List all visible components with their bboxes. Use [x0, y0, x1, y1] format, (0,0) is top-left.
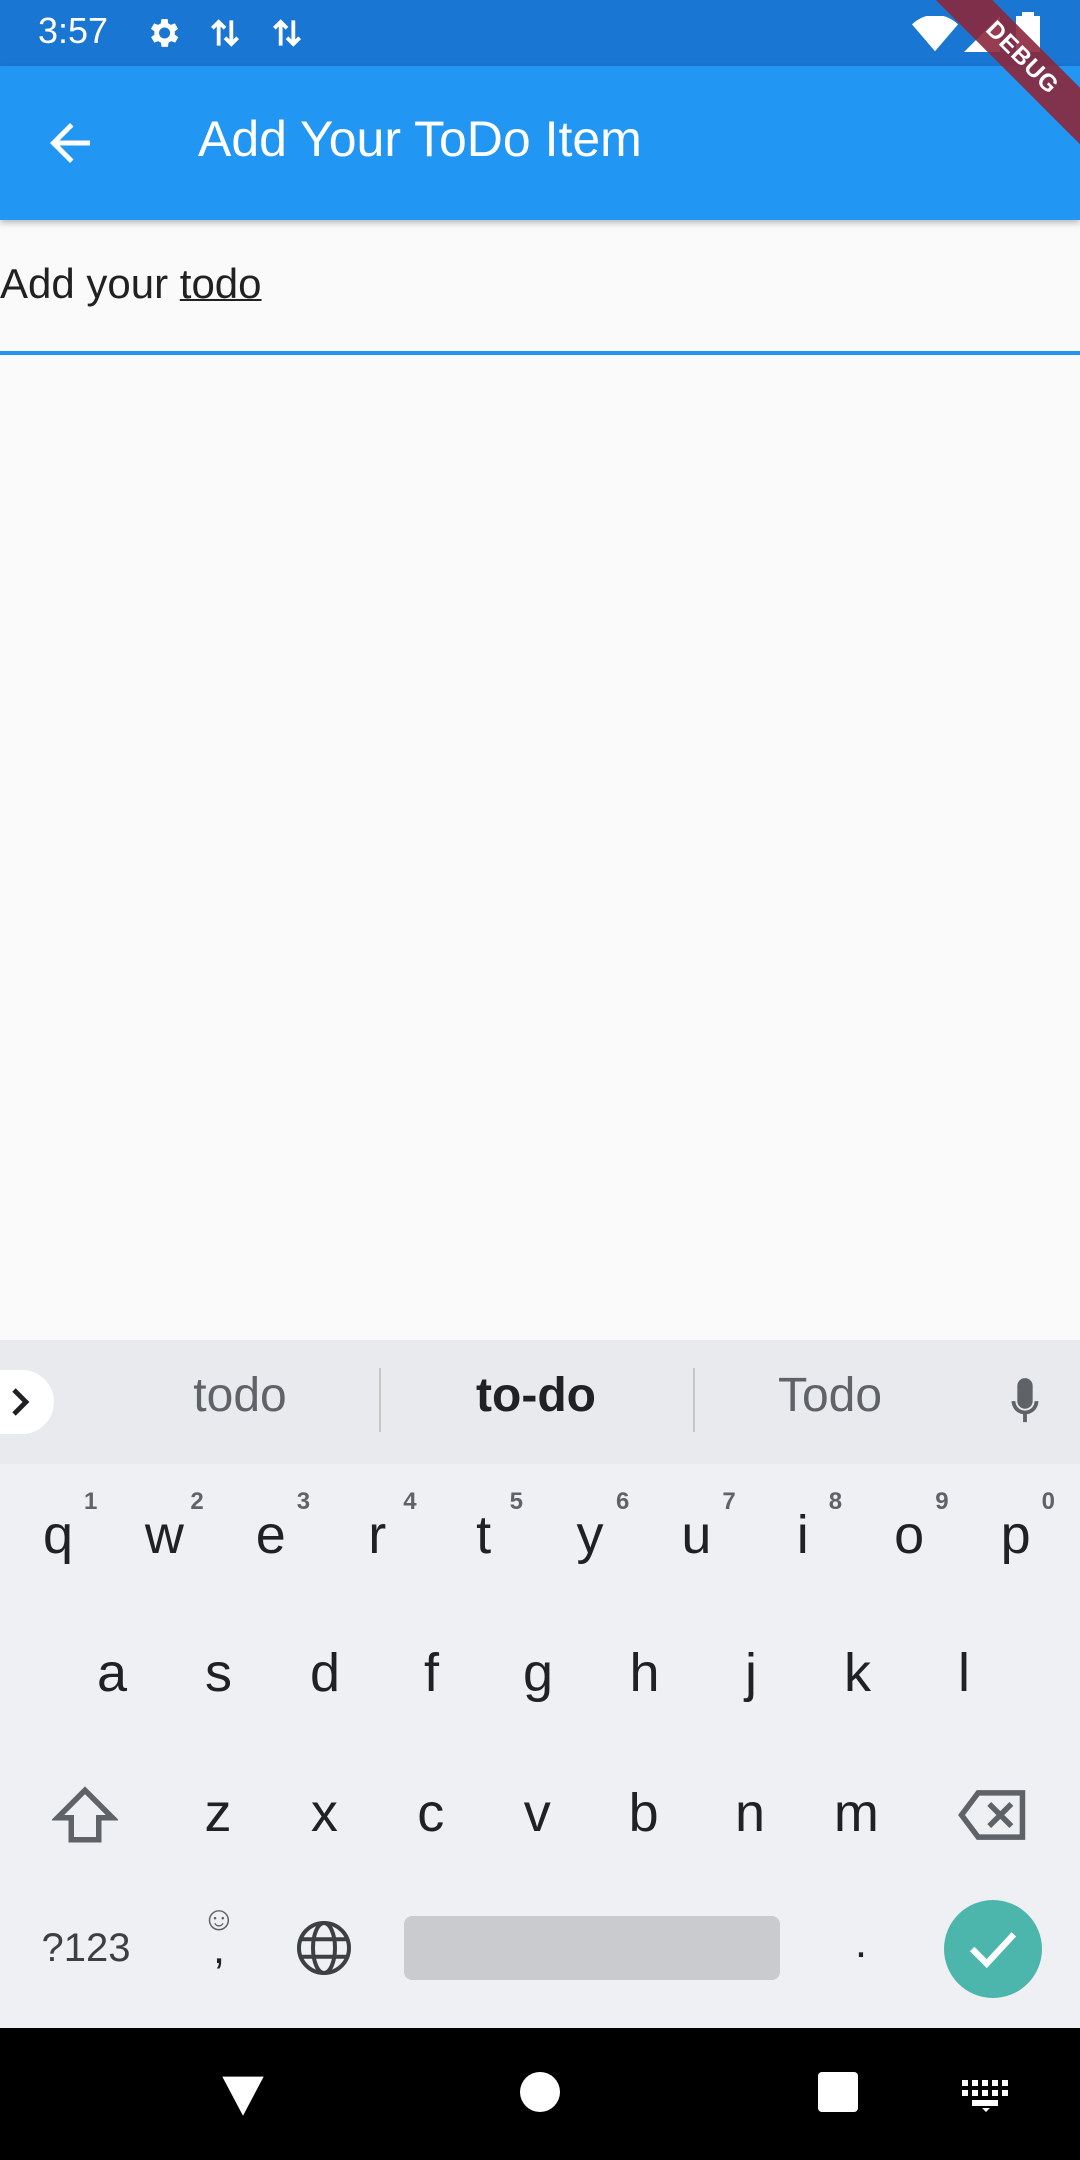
microphone-icon[interactable] — [1002, 1376, 1048, 1430]
key-hint-1: 1 — [84, 1488, 98, 1515]
keyboard-switch-icon[interactable] — [962, 2080, 1010, 2112]
suggestion-divider — [693, 1368, 695, 1432]
key-m[interactable]: m — [816, 1782, 896, 1844]
suggestion-3[interactable]: Todo — [730, 1368, 930, 1423]
key-hint-2: 2 — [190, 1488, 204, 1515]
key-d[interactable]: d — [285, 1642, 365, 1704]
suggestion-2[interactable]: to-do — [400, 1368, 672, 1423]
backspace-key[interactable] — [956, 1786, 1028, 1844]
symbols-key[interactable]: ?123 — [30, 1926, 142, 1971]
key-x[interactable]: x — [284, 1782, 364, 1844]
suggestion-bar: todo to-do Todo — [0, 1340, 1080, 1464]
home-circle-icon[interactable] — [520, 2072, 560, 2112]
key-f[interactable]: f — [392, 1642, 472, 1704]
key-k[interactable]: k — [818, 1642, 898, 1704]
page-title: Add Your ToDo Item — [198, 111, 642, 167]
key-hint-5: 5 — [509, 1488, 523, 1515]
globe-icon — [297, 1921, 351, 1975]
shift-icon — [50, 1786, 120, 1843]
recents-square-icon[interactable] — [818, 2072, 858, 2112]
todo-input[interactable]: Add your todo — [0, 230, 1080, 355]
key-hint-6: 6 — [616, 1488, 630, 1515]
shift-key[interactable] — [50, 1784, 120, 1846]
comma-key[interactable]: , — [196, 1924, 242, 1974]
key-hint-4: 4 — [403, 1488, 417, 1515]
gear-icon — [150, 19, 179, 47]
key-hint-8: 8 — [828, 1488, 843, 1515]
back-triangle-icon[interactable] — [220, 2072, 266, 2118]
data-transfer-icon — [272, 19, 302, 47]
key-n[interactable]: n — [710, 1782, 790, 1844]
signal-icon — [964, 16, 1000, 52]
status-bar: 3:57 — [0, 0, 1080, 66]
app-bar: Add Your ToDo Item — [0, 66, 1080, 220]
battery-icon — [1016, 12, 1040, 52]
wifi-icon — [912, 16, 958, 52]
suggestion-divider — [379, 1368, 381, 1432]
suggestion-1[interactable]: todo — [140, 1368, 340, 1423]
input-focus-underline — [0, 351, 1080, 355]
chevron-right-icon — [12, 1388, 30, 1416]
key-j[interactable]: j — [711, 1642, 791, 1704]
key-v[interactable]: v — [497, 1782, 577, 1844]
todo-input-composing-word: todo — [179, 260, 262, 307]
todo-input-value[interactable]: Add your todo — [0, 260, 262, 308]
language-key[interactable] — [294, 1918, 354, 1978]
checkmark-icon — [969, 1932, 1017, 1969]
enter-key[interactable] — [944, 1900, 1042, 1998]
expand-toolbar-button[interactable] — [0, 1370, 54, 1434]
arrow-back-icon[interactable] — [40, 113, 100, 173]
key-c[interactable]: c — [391, 1782, 471, 1844]
backspace-icon — [958, 1790, 1026, 1840]
key-hint-3: 3 — [296, 1488, 311, 1515]
key-b[interactable]: b — [604, 1782, 684, 1844]
data-transfer-icon — [210, 19, 240, 47]
todo-input-prefix: Add your — [0, 260, 180, 307]
key-h[interactable]: h — [605, 1642, 685, 1704]
key-hint-9: 9 — [935, 1488, 949, 1515]
key-l[interactable]: l — [924, 1642, 1004, 1704]
key-a[interactable]: a — [72, 1642, 152, 1704]
key-s[interactable]: s — [179, 1642, 259, 1704]
key-g[interactable]: g — [498, 1642, 578, 1704]
status-time: 3:57 — [38, 10, 109, 51]
key-z[interactable]: z — [178, 1782, 258, 1844]
period-key[interactable]: . — [836, 1918, 886, 1968]
space-key[interactable] — [404, 1916, 780, 1980]
key-hint-0: 0 — [1041, 1488, 1055, 1515]
key-hint-7: 7 — [722, 1488, 736, 1515]
navigation-bar — [0, 2028, 1080, 2160]
